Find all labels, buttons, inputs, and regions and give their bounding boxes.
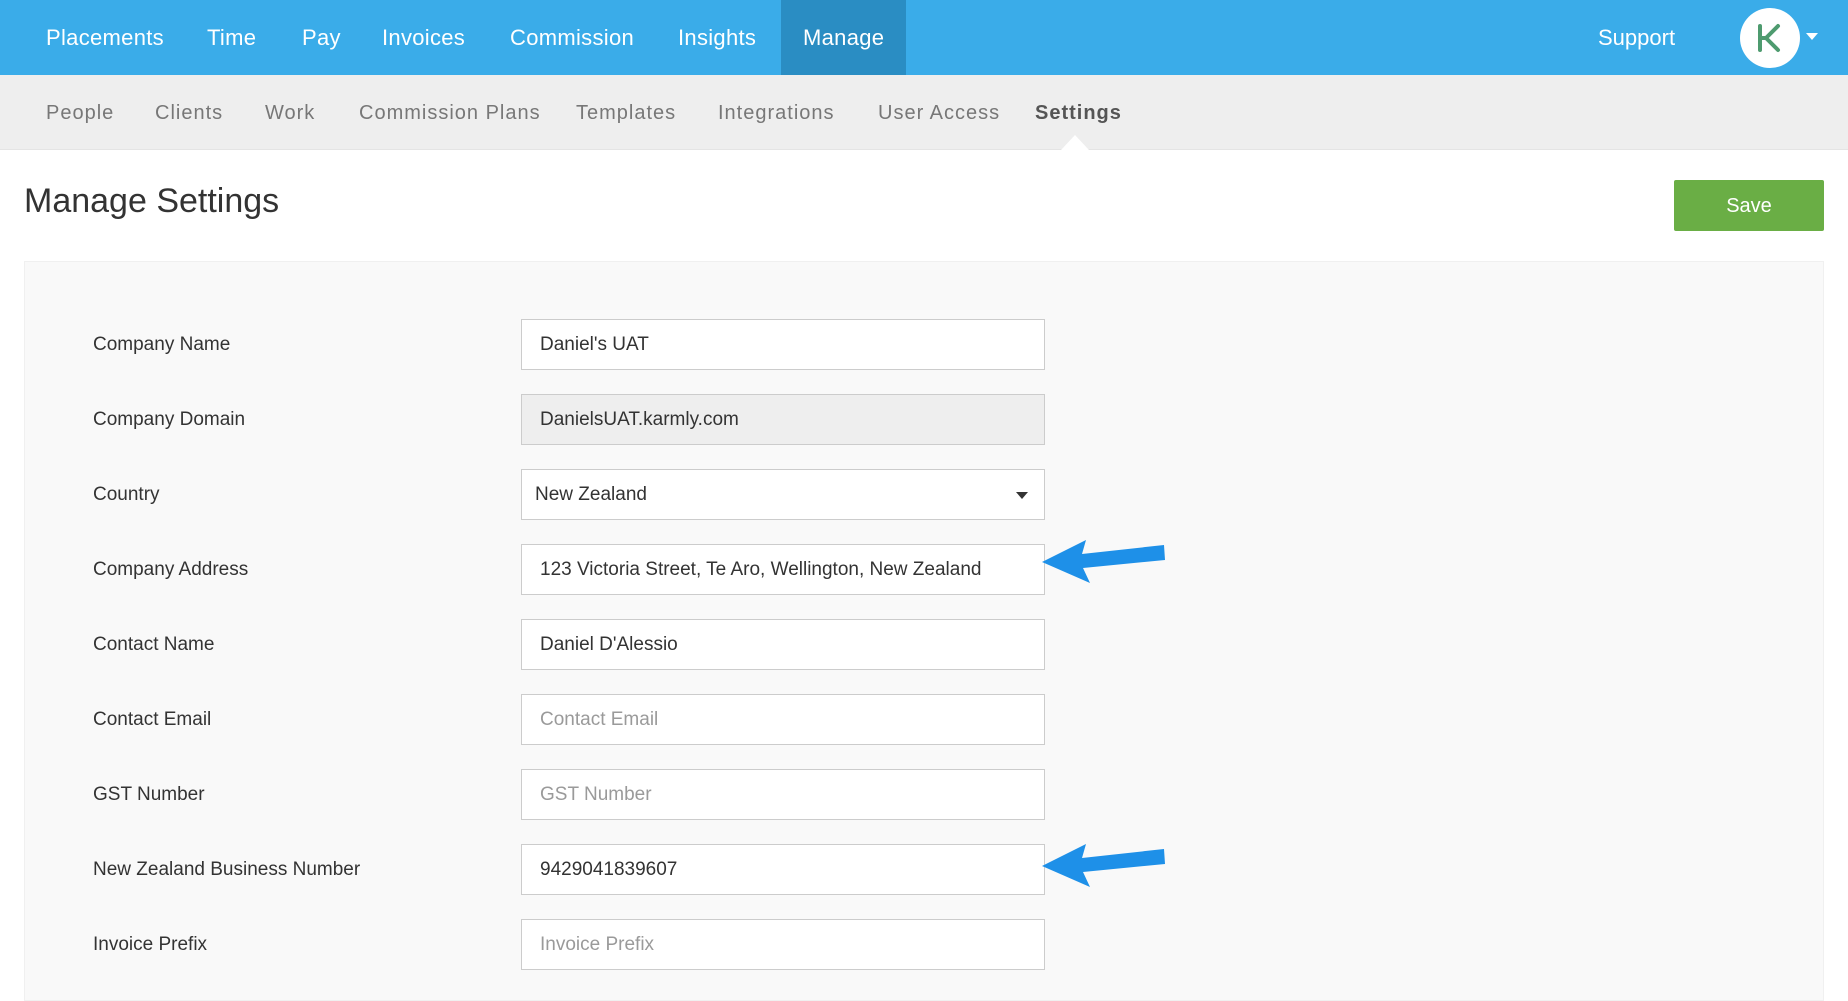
top-navigation-bar: Placements Time Pay Invoices Commission … bbox=[0, 0, 1848, 75]
nav-pay[interactable]: Pay bbox=[280, 0, 363, 75]
invoice-prefix-input[interactable]: Invoice Prefix bbox=[521, 919, 1045, 970]
nz-business-number-input[interactable]: 9429041839607 bbox=[521, 844, 1045, 895]
form-row-gst-number: GST Number GST Number bbox=[25, 769, 1825, 820]
country-select[interactable]: New Zealand bbox=[521, 469, 1045, 520]
form-row-company-domain: Company Domain DanielsUAT.karmly.com bbox=[25, 394, 1825, 445]
nav-time[interactable]: Time bbox=[185, 0, 278, 75]
form-row-company-name: Company Name Daniel's UAT bbox=[25, 319, 1825, 370]
subnav-templates[interactable]: Templates bbox=[576, 75, 676, 150]
annotation-arrow-icon bbox=[1042, 540, 1165, 583]
contact-name-label: Contact Name bbox=[93, 634, 215, 655]
company-domain-label: Company Domain bbox=[93, 409, 246, 430]
contact-email-input[interactable]: Contact Email bbox=[521, 694, 1045, 745]
subnav-work[interactable]: Work bbox=[265, 75, 315, 150]
contact-name-input[interactable]: Daniel D'Alessio bbox=[521, 619, 1045, 670]
nav-commission[interactable]: Commission bbox=[488, 0, 656, 75]
company-address-label: Company Address bbox=[93, 559, 249, 580]
country-selected-value: New Zealand bbox=[535, 484, 647, 505]
invoice-prefix-label: Invoice Prefix bbox=[93, 934, 208, 955]
avatar-dropdown-caret-icon[interactable] bbox=[1806, 33, 1818, 40]
annotation-arrow-icon bbox=[1042, 844, 1165, 887]
gst-number-input[interactable]: GST Number bbox=[521, 769, 1045, 820]
form-row-contact-name: Contact Name Daniel D'Alessio bbox=[25, 619, 1825, 670]
nav-placements[interactable]: Placements bbox=[24, 0, 186, 75]
nav-insights[interactable]: Insights bbox=[656, 0, 778, 75]
page-title: Manage Settings bbox=[24, 182, 280, 220]
active-tab-pointer bbox=[1061, 135, 1089, 150]
subnav-user-access[interactable]: User Access bbox=[878, 75, 1000, 150]
form-row-company-address: Company Address 123 Victoria Street, Te … bbox=[25, 544, 1825, 595]
company-address-input[interactable]: 123 Victoria Street, Te Aro, Wellington,… bbox=[521, 544, 1045, 595]
save-button[interactable]: Save bbox=[1674, 180, 1824, 231]
user-avatar[interactable] bbox=[1740, 8, 1800, 68]
nz-business-number-label: New Zealand Business Number bbox=[93, 859, 361, 880]
subnav-clients[interactable]: Clients bbox=[155, 75, 223, 150]
chevron-down-icon bbox=[1016, 492, 1028, 499]
subnav-integrations[interactable]: Integrations bbox=[718, 75, 835, 150]
karmly-logo-icon bbox=[1758, 24, 1780, 52]
settings-form-panel: Company Name Daniel's UAT Company Domain… bbox=[24, 261, 1824, 1001]
nav-invoices[interactable]: Invoices bbox=[360, 0, 487, 75]
sub-navigation-bar: People Clients Work Commission Plans Tem… bbox=[0, 75, 1848, 150]
form-row-nz-business-number: New Zealand Business Number 942904183960… bbox=[25, 844, 1825, 895]
nav-support[interactable]: Support bbox=[1598, 0, 1675, 75]
company-domain-readonly-field: DanielsUAT.karmly.com bbox=[521, 394, 1045, 445]
form-row-invoice-prefix: Invoice Prefix Invoice Prefix bbox=[25, 919, 1825, 970]
form-row-country: Country New Zealand bbox=[25, 469, 1825, 520]
gst-number-label: GST Number bbox=[93, 784, 205, 805]
subnav-people[interactable]: People bbox=[46, 75, 114, 150]
country-label: Country bbox=[93, 484, 160, 505]
form-row-contact-email: Contact Email Contact Email bbox=[25, 694, 1825, 745]
company-name-label: Company Name bbox=[93, 334, 231, 355]
company-name-input[interactable]: Daniel's UAT bbox=[521, 319, 1045, 370]
subnav-commission-plans[interactable]: Commission Plans bbox=[359, 75, 541, 150]
nav-manage[interactable]: Manage bbox=[781, 0, 907, 75]
contact-email-label: Contact Email bbox=[93, 709, 212, 730]
